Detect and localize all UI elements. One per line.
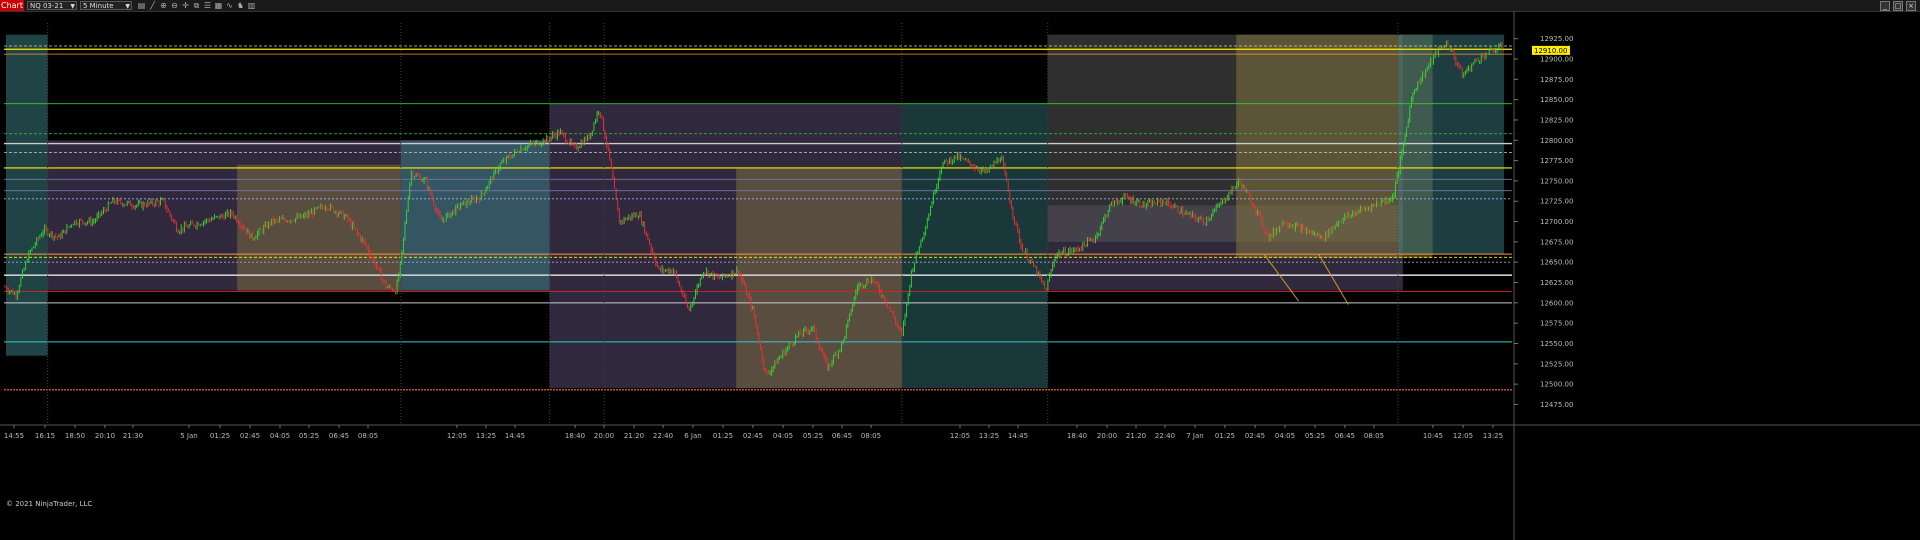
y-tick-label: 12925.00 [1540, 35, 1573, 43]
instrument-selector[interactable]: NQ 03-21 ▼ [27, 1, 77, 10]
x-tick-label: 12:05 [950, 432, 970, 440]
x-tick-label: 22:40 [653, 432, 673, 440]
session-zone [901, 103, 1048, 389]
x-tick-label: 02:45 [240, 432, 260, 440]
copyright-label: © 2021 NinjaTrader, LLC [6, 500, 93, 508]
x-tick-label: 12:05 [1453, 432, 1473, 440]
zoom-out-icon[interactable]: ⊖ [170, 1, 179, 10]
y-tick-label: 12725.00 [1540, 198, 1573, 206]
x-tick-label: 5 Jan [180, 432, 197, 440]
y-tick-label: 12875.00 [1540, 76, 1573, 84]
indicator-icon[interactable]: ∿ [225, 1, 234, 10]
x-tick-label: 18:40 [1067, 432, 1087, 440]
price-chart[interactable]: 12925.00 12900.00 12875.00 12850.00 12825.00… [0, 11, 1920, 540]
y-tick-label: 12850.00 [1540, 96, 1573, 104]
session-zone [5, 34, 48, 356]
x-tick-label: 20:00 [1097, 432, 1117, 440]
x-tick-label: 01:25 [713, 432, 733, 440]
x-tick-label: 13:25 [476, 432, 496, 440]
x-tick-label: 01:25 [1215, 432, 1235, 440]
x-tick-label: 05:25 [803, 432, 823, 440]
session-zone [400, 140, 550, 291]
y-tick-label: 12500.00 [1540, 381, 1573, 389]
x-tick-label: 13:25 [979, 432, 999, 440]
x-tick-label: 20:10 [95, 432, 115, 440]
x-tick-label: 20:00 [594, 432, 614, 440]
chevron-down-icon: ▼ [70, 3, 75, 10]
x-tick-label: 10:45 [1423, 432, 1443, 440]
x-tick-label: 01:25 [210, 432, 230, 440]
x-tick-label: 02:45 [1245, 432, 1265, 440]
data-box-icon[interactable]: ▥ [247, 1, 256, 10]
strategy-icon[interactable]: ♞ [236, 1, 245, 10]
maximize-icon[interactable]: □ [1893, 1, 1903, 11]
minimize-icon[interactable]: _ [1880, 1, 1890, 11]
drawing-tool-icon[interactable]: ╱ [148, 1, 157, 10]
x-tick-label: 02:45 [743, 432, 763, 440]
y-tick-label: 12700.00 [1540, 218, 1573, 226]
session-zone [237, 164, 401, 291]
x-tick-label: 05:25 [1305, 432, 1325, 440]
x-tick-label: 08:05 [861, 432, 881, 440]
bar-type-icon[interactable]: ▤ [137, 1, 146, 10]
session-zone [736, 168, 902, 389]
y-tick-label: 12825.00 [1540, 116, 1573, 124]
crosshair-icon[interactable]: ✛ [181, 1, 190, 10]
y-tick-label: 12800.00 [1540, 137, 1573, 145]
x-tick-label: 08:05 [358, 432, 378, 440]
x-tick-label: 21:20 [624, 432, 644, 440]
zoom-in-icon[interactable]: ⊕ [159, 1, 168, 10]
x-tick-label: 6 Jan [684, 432, 701, 440]
x-tick-label: 18:40 [565, 432, 585, 440]
y-tick-label: 12900.00 [1540, 56, 1573, 64]
templates-icon[interactable]: ▦ [214, 1, 223, 10]
x-tick-label: 04:05 [270, 432, 290, 440]
y-tick-label: 12600.00 [1540, 299, 1573, 307]
x-tick-label: 05:25 [299, 432, 319, 440]
y-tick-label: 12625.00 [1540, 279, 1573, 287]
chevron-down-icon: ▼ [125, 3, 130, 10]
y-tick-label: 12650.00 [1540, 259, 1573, 267]
x-tick-label: 22:40 [1155, 432, 1175, 440]
x-tick-label: 04:05 [1275, 432, 1295, 440]
x-tick-label: 06:45 [329, 432, 349, 440]
session-zone [1397, 34, 1505, 255]
x-tick-label: 14:55 [4, 432, 24, 440]
x-tick-label: 06:45 [832, 432, 852, 440]
y-tick-label: 12675.00 [1540, 238, 1573, 246]
x-tick-label: 06:45 [1335, 432, 1355, 440]
x-tick-label: 13:25 [1483, 432, 1503, 440]
instrument-value: NQ 03-21 [30, 2, 64, 10]
copy-icon[interactable]: ⧉ [192, 1, 201, 10]
x-tick-label: 08:05 [1364, 432, 1384, 440]
x-tick-label: 14:45 [1008, 432, 1028, 440]
x-tick-label: 14:45 [505, 432, 525, 440]
x-tick-label: 16:15 [35, 432, 55, 440]
y-tick-label: 12550.00 [1540, 340, 1573, 348]
x-tick-label: 18:50 [65, 432, 85, 440]
x-tick-label: 12:05 [447, 432, 467, 440]
y-tick-label: 12575.00 [1540, 320, 1573, 328]
y-tick-label: 12750.00 [1540, 177, 1573, 185]
interval-selector[interactable]: 5 Minute ▼ [80, 1, 132, 10]
x-tick-label: 7 Jan [1186, 432, 1203, 440]
interval-value: 5 Minute [83, 2, 114, 10]
chart-tab[interactable]: Chart [0, 0, 24, 11]
x-tick-label: 21:30 [123, 432, 143, 440]
properties-icon[interactable]: ☰ [203, 1, 212, 10]
y-tick-label: 12525.00 [1540, 360, 1573, 368]
y-tick-label: 12775.00 [1540, 157, 1573, 165]
close-icon[interactable]: × [1906, 1, 1916, 11]
x-tick-label: 21:20 [1126, 432, 1146, 440]
x-tick-label: 04:05 [773, 432, 793, 440]
y-tick-label: 12475.00 [1540, 401, 1573, 409]
last-price-label: 12910.00 [1534, 47, 1567, 55]
